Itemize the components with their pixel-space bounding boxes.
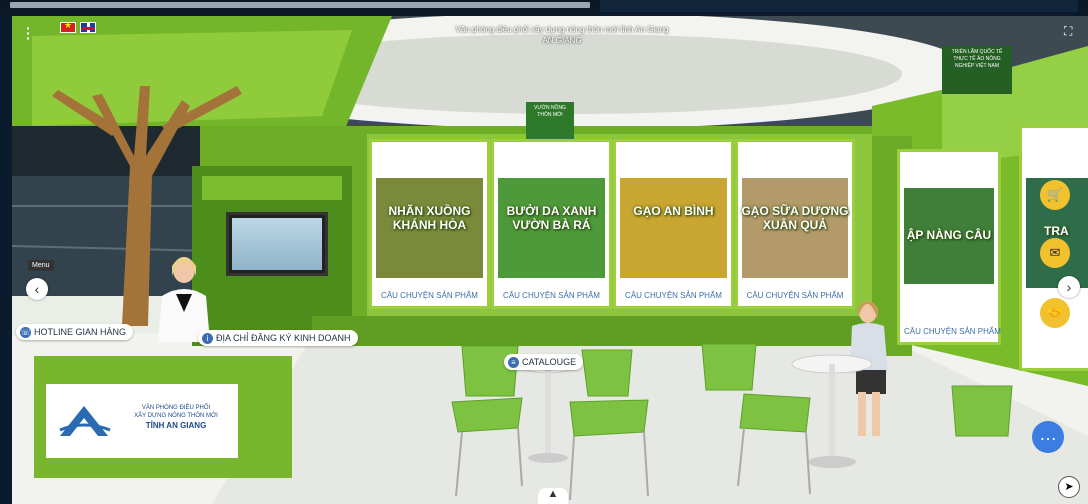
booth-title-line1: Văn phòng điều phối xây dựng nông thôn m… — [455, 25, 669, 34]
product-card-4[interactable]: GẠO SỮA DƯƠNG XUÂN QUẢ CÂU CHUYỆN SẢN PH… — [738, 142, 852, 306]
fullscreen-icon[interactable]: ⛶ — [1064, 24, 1072, 39]
reception-desk: VĂN PHÒNG ĐIỀU PHỐI XÂY DỰNG NÔNG THÔN M… — [34, 356, 292, 478]
business-address-button[interactable]: i ĐỊA CHỈ ĐĂNG KÝ KINH DOANH — [198, 330, 358, 346]
catalogue-button[interactable]: ≡ CATALOUGE — [504, 354, 584, 370]
info-icon: i — [202, 333, 213, 344]
desk-sign-text: VĂN PHÒNG ĐIỀU PHỐI XÂY DỰNG NÔNG THÔN M… — [120, 404, 232, 430]
language-switcher — [60, 20, 96, 33]
product-card-2[interactable]: BƯỞI DA XANH VƯỜN BÀ RÁ CÂU CHUYỆN SẢN P… — [494, 142, 609, 306]
list-icon: ≡ — [508, 357, 519, 368]
menu-dots-icon[interactable]: · · · — [26, 21, 31, 45]
product-name: NHÃN XUỒNG KHÁNH HÒA — [388, 204, 471, 232]
phone-icon: ☏ — [20, 327, 31, 338]
next-arrow-icon[interactable]: › — [1058, 276, 1080, 298]
vietnam-flag-icon[interactable] — [60, 20, 76, 33]
business-address-label: ĐỊA CHỈ ĐĂNG KÝ KINH DOANH — [216, 333, 351, 343]
booth-title: Văn phòng điều phối xây dựng nông thôn m… — [392, 24, 732, 46]
product-card-5[interactable]: ẬP NÀNG CÂU CÂU CHUYỆN SẢN PHẨM — [900, 152, 1001, 342]
hanging-banner-left: VƯỜN NÔNG THÔN MỚI — [526, 102, 574, 140]
product-name: ẬP NÀNG CÂU — [906, 228, 992, 242]
product-name: GẠO SỮA DƯƠNG XUÂN QUẢ — [741, 204, 849, 232]
compass-icon[interactable]: ➤ — [1058, 476, 1080, 498]
desk-sign: VĂN PHÒNG ĐIỀU PHỐI XÂY DỰNG NÔNG THÔN M… — [46, 384, 238, 458]
product-story-link[interactable]: CÂU CHUYỆN SẢN PHẨM — [620, 291, 727, 300]
hanging-banner-right: TRIỂN LÃM QUỐC TẾ THỰC TẾ ẢO NÔNG NGHIỆP… — [942, 46, 1012, 94]
virtual-booth-scene[interactable]: ··· Văn phòng điều phối xây dựng nông th… — [12, 16, 1088, 504]
desk-line1: VĂN PHÒNG ĐIỀU PHỐI — [141, 405, 211, 411]
product-story-link[interactable]: CÂU CHUYỆN SẢN PHẨM — [904, 327, 1001, 336]
receptionist-avatar — [158, 257, 210, 342]
booth-title-line2: AN GIANG — [542, 36, 582, 45]
product-story-link[interactable]: CÂU CHUYỆN SẢN PHẨM — [498, 291, 605, 300]
desk-line2: XÂY DỰNG NÔNG THÔN MỚI — [134, 413, 218, 419]
window-bar — [600, 0, 1078, 12]
cart-icon[interactable]: 🛒 — [1040, 180, 1070, 210]
product-card-3[interactable]: GẠO AN BÌNH CÂU CHUYỆN SẢN PHẨM — [616, 142, 731, 306]
an-giang-logo-icon — [59, 406, 111, 436]
menu-tag[interactable]: Menu — [28, 260, 54, 271]
hotline-label: HOTLINE GIAN HÀNG — [34, 327, 127, 337]
mail-icon[interactable]: ✉ — [1040, 238, 1070, 268]
product-name: BƯỞI DA XANH VƯỜN BÀ RÁ — [506, 204, 597, 232]
catalogue-label: CATALOUGE — [522, 357, 577, 367]
previous-arrow-icon[interactable]: ‹ — [26, 278, 48, 300]
product-name: GẠO AN BÌNH — [633, 204, 714, 218]
chat-icon[interactable]: … — [1032, 421, 1064, 453]
hotline-button[interactable]: ☏ HOTLINE GIAN HÀNG — [16, 324, 134, 340]
chevron-up-icon[interactable]: ▲ — [538, 488, 568, 504]
product-card-1[interactable]: NHÃN XUỒNG KHÁNH HÒA CÂU CHUYỆN SẢN PHẨM — [372, 142, 487, 306]
uk-flag-icon[interactable] — [80, 22, 96, 33]
product-story-link[interactable]: CÂU CHUYỆN SẢN PHẨM — [376, 291, 483, 300]
product-photo — [620, 178, 727, 278]
booth-tv[interactable] — [226, 212, 328, 276]
desk-line3: TỈNH AN GIANG — [145, 421, 207, 430]
browser-top-strip — [0, 0, 1088, 14]
tv-screen — [232, 218, 322, 270]
product-name: TRA — [1044, 224, 1069, 238]
handshake-icon[interactable]: 🤝 — [1040, 298, 1070, 328]
address-bar[interactable] — [10, 2, 590, 8]
